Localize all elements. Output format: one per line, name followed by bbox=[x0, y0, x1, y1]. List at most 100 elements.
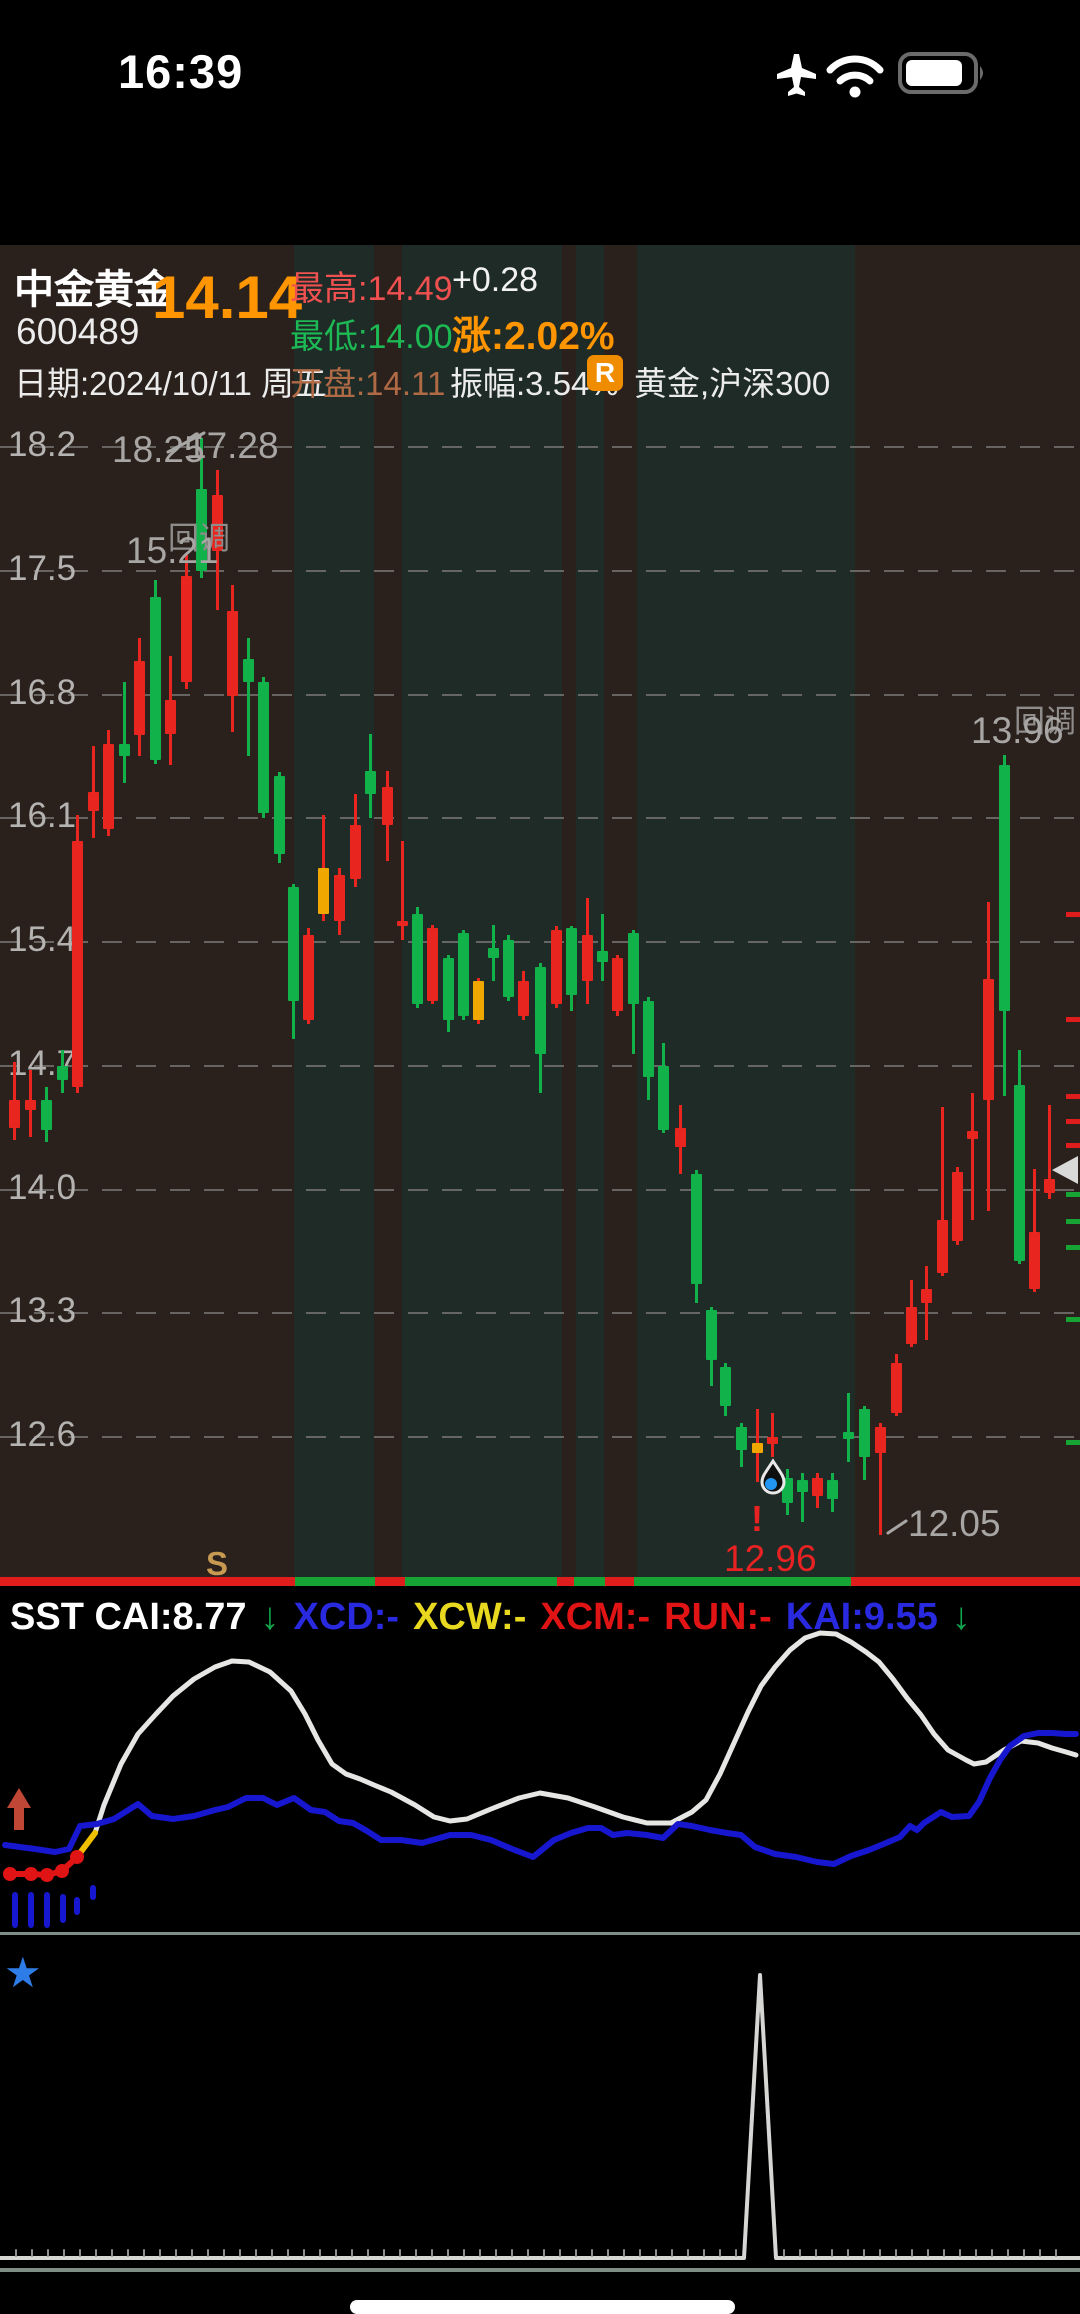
candle-body bbox=[25, 1100, 36, 1111]
candle-body bbox=[612, 958, 623, 1011]
y-axis-label: 17.5 bbox=[8, 549, 76, 589]
candle-wick bbox=[247, 638, 250, 756]
candle-body bbox=[582, 935, 593, 981]
candle-body bbox=[782, 1478, 793, 1503]
signal-strip-r bbox=[375, 1577, 405, 1586]
price-level-dash-green bbox=[1066, 1440, 1080, 1445]
current-price-arrow-icon bbox=[1052, 1156, 1078, 1184]
signal-strip-g bbox=[574, 1577, 605, 1586]
battery-icon bbox=[898, 50, 990, 96]
stock-high: 最高:14.49 bbox=[290, 261, 453, 310]
candle-wick bbox=[771, 1413, 774, 1457]
stock-date: 日期:2024/10/11 周五 bbox=[14, 357, 327, 405]
stock-change: +0.28 bbox=[452, 261, 538, 300]
chart-band-dark bbox=[562, 245, 576, 1577]
y-axis-label: 13.3 bbox=[8, 1291, 76, 1331]
sst-red-dot bbox=[55, 1864, 69, 1878]
panel-separator bbox=[0, 1932, 1080, 1935]
candle-body bbox=[691, 1174, 702, 1284]
candle-body bbox=[967, 1131, 978, 1138]
candle-body bbox=[503, 940, 514, 997]
stock-pct-change: 涨:2.02% bbox=[452, 305, 615, 361]
stock-info: 中金黄金 600489 日期:2024/10/11 周五 14.14 最高:14… bbox=[0, 245, 1080, 377]
candle-body bbox=[535, 967, 546, 1054]
navbar: 返回 日K|2 指标公式 bbox=[0, 150, 1080, 245]
chart-annotation: 17.28 bbox=[186, 425, 279, 467]
candle-body bbox=[875, 1427, 886, 1454]
y-axis-label: 18.2 bbox=[8, 425, 76, 465]
candle-body bbox=[752, 1443, 763, 1454]
stock-open: 开盘:14.11 bbox=[290, 357, 445, 405]
grid-line bbox=[0, 941, 1080, 943]
candle-body bbox=[720, 1367, 731, 1406]
chart-band-teal bbox=[576, 245, 604, 1577]
candle-body bbox=[767, 1437, 778, 1444]
candle-body bbox=[181, 576, 192, 682]
stock-name: 中金黄金 bbox=[14, 257, 174, 315]
chart-annotation: 13.96 bbox=[971, 710, 1064, 752]
airplane-mode-icon bbox=[773, 52, 819, 98]
candle-body bbox=[9, 1100, 20, 1128]
sst-white-curve bbox=[95, 1633, 1076, 1833]
candle-body bbox=[227, 611, 238, 696]
y-axis-label: 16.1 bbox=[8, 796, 76, 836]
sst-red-dot bbox=[3, 1867, 17, 1881]
signal-strip-r bbox=[605, 1577, 634, 1586]
sst-red-segment bbox=[10, 1857, 77, 1875]
candle-body bbox=[952, 1172, 963, 1241]
home-indicator[interactable] bbox=[350, 2300, 735, 2314]
candle-body bbox=[72, 841, 83, 1087]
candle-body bbox=[921, 1289, 932, 1303]
candle-body bbox=[658, 1066, 669, 1130]
signal-strip-g bbox=[295, 1577, 375, 1586]
sst-red-dot bbox=[40, 1868, 54, 1882]
price-level-dash-red bbox=[1066, 1119, 1080, 1124]
sst-red-dot bbox=[70, 1850, 84, 1864]
sst-segment: SST CAI:8.77 bbox=[10, 1596, 247, 1638]
sst-segment: XCD:- bbox=[294, 1596, 400, 1638]
candle-body bbox=[859, 1409, 870, 1457]
candle-body bbox=[458, 933, 469, 1016]
grid-line bbox=[0, 694, 1080, 696]
wifi-icon bbox=[824, 52, 886, 98]
candle-body bbox=[628, 933, 639, 1004]
candle-body bbox=[706, 1310, 717, 1360]
candle-body bbox=[103, 744, 114, 829]
candle-wick bbox=[123, 682, 126, 783]
candle-body bbox=[518, 981, 529, 1016]
stock-tags: 黄金,沪深300 bbox=[634, 357, 830, 405]
chart-annotation: ! bbox=[751, 1498, 763, 1540]
chart-band-teal bbox=[637, 245, 855, 1577]
candle-body bbox=[937, 1220, 948, 1273]
price-level-dash-green bbox=[1066, 1219, 1080, 1224]
candle-body bbox=[165, 700, 176, 734]
sst-segment: XCW:- bbox=[413, 1596, 526, 1638]
star-icon: ★ bbox=[4, 1948, 42, 1997]
chart-annotation: S bbox=[206, 1545, 228, 1583]
candle-body bbox=[473, 981, 484, 1020]
candle-body bbox=[57, 1066, 68, 1080]
price-level-dash-green bbox=[1066, 1192, 1080, 1197]
candle-body bbox=[675, 1128, 686, 1147]
signal-strip-r bbox=[557, 1577, 574, 1586]
candle-body bbox=[566, 928, 577, 995]
y-axis-label: 15.4 bbox=[8, 920, 76, 960]
candle-body bbox=[397, 921, 408, 926]
grid-line bbox=[0, 817, 1080, 819]
sst-segment: KAI:9.55 bbox=[786, 1596, 938, 1638]
candle-body bbox=[274, 776, 285, 854]
price-level-dash-green bbox=[1066, 1245, 1080, 1250]
sst-red-dot bbox=[24, 1867, 38, 1881]
grid-line bbox=[0, 1312, 1080, 1314]
candle-body bbox=[365, 771, 376, 794]
chart-band-dark bbox=[374, 245, 402, 1577]
candle-body bbox=[41, 1100, 52, 1130]
y-axis-label: 16.8 bbox=[8, 673, 76, 713]
candle-body bbox=[843, 1432, 854, 1439]
candle-body bbox=[812, 1478, 823, 1496]
signal-strip-r bbox=[851, 1577, 1080, 1586]
price-level-dash-red bbox=[1066, 1017, 1080, 1022]
candle-body bbox=[551, 930, 562, 1004]
candle-body bbox=[736, 1427, 747, 1450]
clock: 16:39 bbox=[118, 44, 243, 99]
